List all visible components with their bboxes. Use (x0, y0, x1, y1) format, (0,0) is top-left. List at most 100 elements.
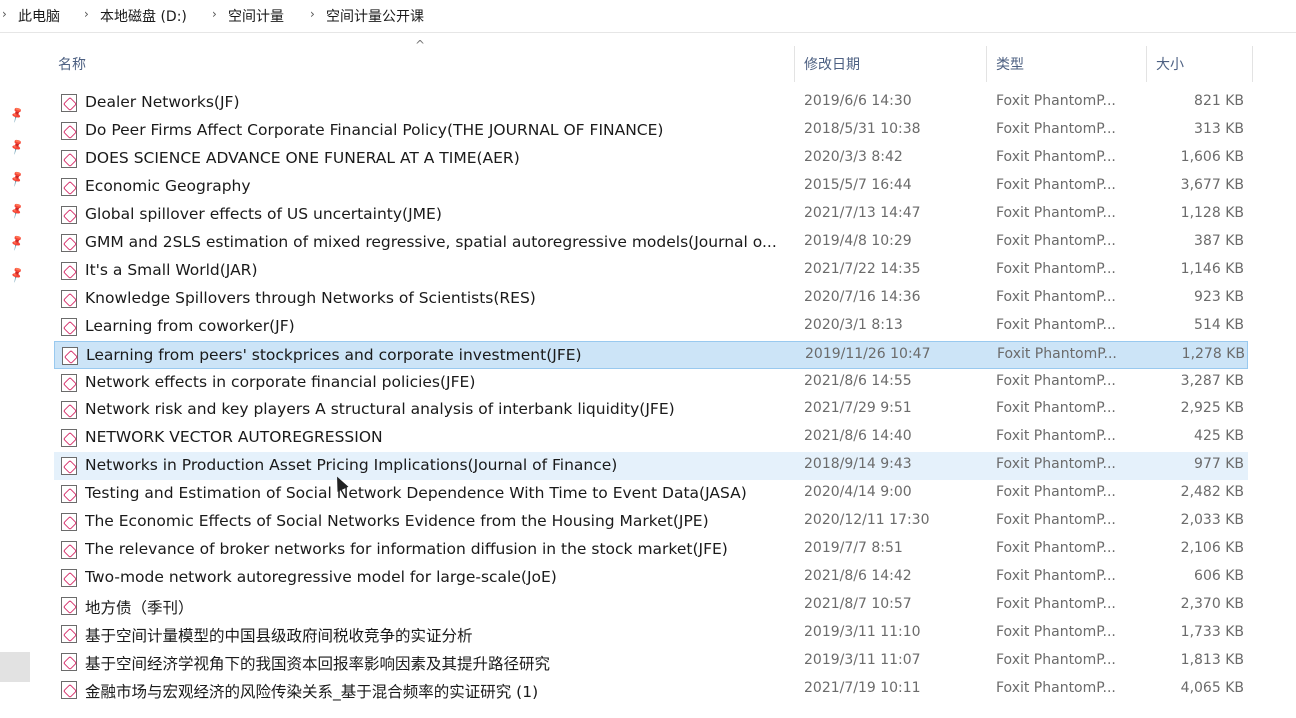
file-row[interactable]: Global spillover effects of US uncertain… (54, 201, 1248, 229)
file-row[interactable]: 基于空间计量模型的中国县级政府间税收竞争的实证分析 2019/3/11 11:10… (54, 620, 1248, 648)
pdf-file-icon (61, 289, 77, 308)
file-row[interactable]: Knowledge Spillovers through Networks of… (54, 285, 1248, 313)
file-row[interactable]: It's a Small World(JAR) 2021/7/22 14:35 Fo… (54, 257, 1248, 285)
file-date: 2019/11/26 10:47 (805, 345, 931, 362)
column-divider[interactable] (986, 46, 987, 82)
file-name: The Economic Effects of Social Networks … (85, 512, 709, 531)
file-row[interactable]: Testing and Estimation of Social Network… (54, 480, 1248, 508)
file-date: 2019/7/7 8:51 (804, 540, 903, 557)
pdf-file-icon (61, 149, 77, 168)
pdf-file-icon (61, 121, 77, 140)
file-type: Foxit PhantomP... (996, 512, 1116, 529)
column-divider[interactable] (1146, 46, 1147, 82)
chevron-right-icon[interactable]: › (212, 7, 217, 21)
file-row[interactable]: 金融市场与宏观经济的风险传染关系_基于混合频率的实证研究 (1) 2021/7/1… (54, 676, 1248, 704)
file-name: It's a Small World(JAR) (85, 260, 258, 279)
column-header-date[interactable]: 修改日期 (804, 54, 860, 74)
file-type: Foxit PhantomP... (996, 316, 1116, 333)
file-name: Learning from peers' stockprices and cor… (86, 345, 582, 364)
pin-icon[interactable]: 📌 (8, 105, 26, 123)
file-row[interactable]: Network effects in corporate financial p… (54, 369, 1248, 397)
file-row[interactable]: 基于空间经济学视角下的我国资本回报率影响因素及其提升路径研究 2019/3/11 … (54, 648, 1248, 676)
file-type: Foxit PhantomP... (996, 652, 1116, 668)
file-size: 3,677 KB (1180, 176, 1244, 193)
file-type: Foxit PhantomP... (996, 568, 1116, 585)
pdf-file-icon (61, 261, 77, 280)
file-row[interactable]: DOES SCIENCE ADVANCE ONE FUNERAL AT A TI… (54, 145, 1248, 173)
file-type: Foxit PhantomP... (996, 456, 1116, 473)
file-name: Economic Geography (85, 176, 251, 195)
file-date: 2020/3/3 8:42 (804, 148, 903, 165)
file-size: 977 KB (1194, 456, 1244, 473)
file-type: Foxit PhantomP... (996, 484, 1116, 501)
column-header-type[interactable]: 类型 (996, 54, 1024, 74)
file-row[interactable]: The Economic Effects of Social Networks … (54, 508, 1248, 536)
pdf-file-icon (61, 625, 77, 644)
file-name: Global spillover effects of US uncertain… (85, 204, 442, 223)
file-size: 1,128 KB (1180, 204, 1244, 221)
chevron-right-icon[interactable]: › (84, 7, 89, 21)
file-row[interactable]: The relevance of broker networks for inf… (54, 536, 1248, 564)
column-divider[interactable] (1252, 46, 1253, 82)
column-header-name[interactable]: 名称 (58, 54, 86, 74)
file-date: 2020/4/14 9:00 (804, 484, 912, 501)
file-type: Foxit PhantomP... (996, 624, 1116, 641)
file-size: 821 KB (1194, 93, 1244, 109)
file-name: The relevance of broker networks for inf… (85, 540, 728, 559)
file-row[interactable]: Learning from coworker(JF) 2020/3/1 8:13 F… (54, 313, 1248, 341)
breadcrumb-item-spatial-econometrics[interactable]: 空间计量 (228, 6, 284, 26)
pdf-file-icon (62, 346, 78, 365)
pdf-file-icon (61, 373, 77, 392)
pdf-file-icon (61, 653, 77, 671)
pin-icon[interactable]: 📌 (8, 233, 26, 251)
file-size: 1,278 KB (1181, 345, 1245, 362)
chevron-right-icon[interactable]: › (2, 7, 7, 21)
pdf-file-icon (61, 485, 77, 504)
pdf-file-icon (61, 513, 77, 532)
file-size: 425 KB (1194, 428, 1244, 445)
file-name: 地方债（季刊） (85, 599, 194, 618)
file-name: Testing and Estimation of Social Network… (85, 484, 747, 503)
chevron-right-icon[interactable]: › (310, 7, 315, 21)
column-divider[interactable] (794, 46, 795, 82)
file-size: 387 KB (1194, 232, 1244, 249)
file-size: 2,106 KB (1180, 540, 1244, 557)
sort-ascending-icon: ^ (415, 38, 426, 52)
file-size: 1,733 KB (1180, 624, 1244, 641)
file-date: 2021/7/29 9:51 (804, 400, 912, 417)
file-row[interactable]: Do Peer Firms Affect Corporate Financial… (54, 117, 1248, 145)
file-date: 2018/5/31 10:38 (804, 120, 921, 137)
file-row[interactable]: Dealer Networks(JF) 2019/6/6 14:30 Foxit P… (54, 89, 1248, 117)
pdf-file-icon (61, 680, 77, 699)
file-type: Foxit PhantomP... (996, 260, 1116, 277)
breadcrumb-item-local-disk[interactable]: 本地磁盘 (D:) (100, 6, 187, 26)
file-size: 2,370 KB (1180, 596, 1244, 613)
file-date: 2020/3/1 8:13 (804, 316, 903, 333)
file-row[interactable]: Network risk and key players A structura… (54, 396, 1248, 424)
file-type: Foxit PhantomP... (996, 120, 1116, 137)
file-type: Foxit PhantomP... (996, 679, 1116, 696)
file-row[interactable]: Economic Geography 2015/5/7 16:44 Foxit Ph… (54, 173, 1248, 201)
pin-icon[interactable]: 📌 (8, 137, 26, 155)
file-row[interactable]: Learning from peers' stockprices and cor… (54, 340, 1248, 369)
file-size: 2,925 KB (1180, 400, 1244, 417)
pin-icon[interactable]: 📌 (8, 169, 26, 187)
breadcrumb-item-this-pc[interactable]: 此电脑 (18, 6, 60, 26)
column-header-size[interactable]: 大小 (1156, 54, 1184, 74)
file-name: Do Peer Firms Affect Corporate Financial… (85, 120, 664, 139)
file-date: 2021/8/6 14:40 (804, 428, 912, 445)
file-size: 313 KB (1194, 120, 1244, 137)
file-type: Foxit PhantomP... (996, 93, 1116, 109)
pin-icon[interactable]: 📌 (8, 265, 26, 283)
file-name: NETWORK VECTOR AUTOREGRESSION (85, 428, 383, 447)
file-row[interactable]: GMM and 2SLS estimation of mixed regress… (54, 229, 1248, 257)
file-row[interactable]: 地方债（季刊） 2021/8/7 10:57 Foxit PhantomP... 2,… (54, 592, 1248, 620)
file-name: DOES SCIENCE ADVANCE ONE FUNERAL AT A TI… (85, 148, 520, 167)
nav-item-selected[interactable] (0, 652, 30, 682)
file-row[interactable]: Two-mode network autoregressive model fo… (54, 564, 1248, 592)
file-row[interactable]: Networks in Production Asset Pricing Imp… (54, 452, 1248, 481)
pin-icon[interactable]: 📌 (8, 201, 26, 219)
file-row[interactable]: NETWORK VECTOR AUTOREGRESSION 2021/8/6 14… (54, 424, 1248, 452)
breadcrumb-item-open-course[interactable]: 空间计量公开课 (326, 6, 424, 26)
pdf-file-icon (61, 94, 77, 112)
